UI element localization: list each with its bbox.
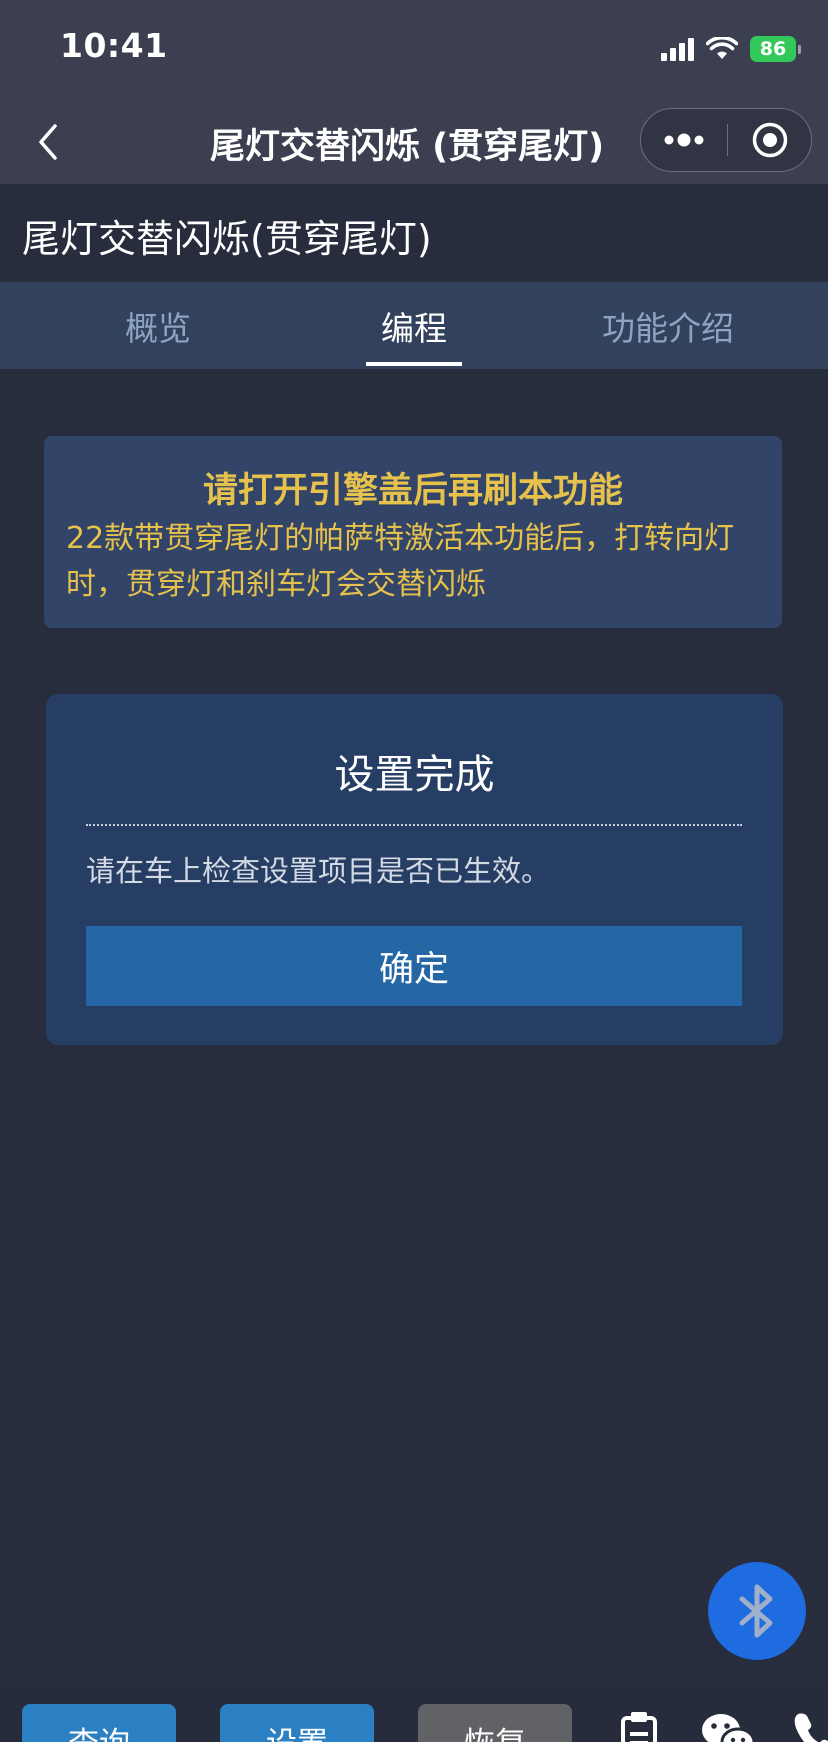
wechat-icon[interactable] — [700, 1708, 756, 1742]
nav-title: 尾灯交替闪烁 (贯穿尾灯) — [210, 127, 605, 167]
mini-program-capsule — [640, 108, 812, 172]
set-button[interactable]: 设置 — [220, 1704, 374, 1742]
status-bar: 10:41 86 — [0, 0, 828, 100]
bluetooth-button[interactable] — [708, 1562, 806, 1660]
bluetooth-icon — [739, 1584, 773, 1638]
active-tab-indicator — [366, 362, 462, 366]
nav-bar: 尾灯交替闪烁 (贯穿尾灯) — [0, 100, 828, 184]
clipboard-icon[interactable] — [614, 1708, 664, 1742]
dialog-divider — [86, 824, 742, 826]
wifi-icon — [706, 37, 738, 59]
tab-feature-intro[interactable]: 功能介绍 — [588, 282, 748, 369]
page-title: 尾灯交替闪烁(贯穿尾灯) — [22, 217, 432, 261]
phone-icon[interactable] — [790, 1708, 828, 1742]
dialog-title: 设置完成 — [334, 752, 495, 798]
page-header: 尾灯交替闪烁(贯穿尾灯) — [0, 184, 828, 282]
notice-title: 请打开引擎盖后再刷本功能 — [202, 471, 623, 511]
status-time: 10:41 — [60, 26, 168, 65]
battery-level: 86 — [759, 38, 787, 60]
notice-body: 22款带贯穿尾灯的帕萨特激活本功能后，打转向灯时，贯穿灯和刹车灯会交替闪烁 — [66, 521, 735, 602]
chevron-left-icon — [39, 124, 57, 160]
close-button[interactable] — [728, 109, 812, 171]
status-icons: 86 — [661, 33, 801, 65]
battery-icon: 86 — [750, 36, 801, 62]
target-circle-icon — [752, 122, 788, 158]
query-button[interactable]: 查询 — [22, 1704, 176, 1742]
confirm-button[interactable]: 确定 — [86, 926, 742, 1006]
dialog-message: 请在车上检查设置项目是否已生效。 — [86, 854, 551, 888]
more-button[interactable] — [641, 109, 727, 171]
back-button[interactable] — [26, 120, 70, 164]
signal-icon — [661, 37, 694, 61]
tab-overview[interactable]: 概览 — [96, 282, 220, 369]
more-dots-icon — [664, 133, 704, 147]
tab-bar: 概览 编程 功能介绍 — [0, 282, 828, 369]
bottom-toolbar: 查询 设置 恢复 — [0, 1682, 828, 1742]
completion-dialog: 设置完成 请在车上检查设置项目是否已生效。 确定 — [46, 694, 783, 1045]
tab-programming[interactable]: 编程 — [352, 282, 476, 369]
restore-button[interactable]: 恢复 — [418, 1704, 572, 1742]
warning-notice: 请打开引擎盖后再刷本功能 22款带贯穿尾灯的帕萨特激活本功能后，打转向灯时，贯穿… — [44, 436, 782, 628]
